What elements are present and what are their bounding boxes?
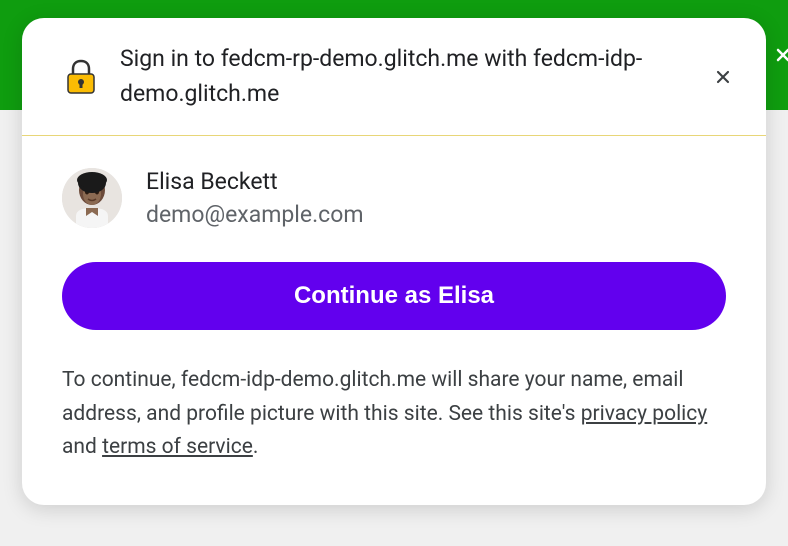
signin-dialog: Sign in to fedcm-rp-demo.glitch.me with … — [22, 18, 766, 505]
account-name: Elisa Beckett — [146, 168, 364, 195]
disclosure-text: To continue, fedcm-idp-demo.glitch.me wi… — [62, 364, 726, 465]
disclosure-mid: and — [62, 435, 102, 459]
privacy-policy-link[interactable]: privacy policy — [581, 402, 708, 426]
continue-button[interactable]: Continue as Elisa — [62, 262, 726, 330]
dialog-body: Elisa Beckett demo@example.com Continue … — [22, 136, 766, 505]
background-close-icon — [773, 35, 788, 73]
avatar — [62, 168, 122, 228]
account-email: demo@example.com — [146, 201, 364, 228]
terms-of-service-link[interactable]: terms of service — [102, 435, 253, 459]
dialog-header: Sign in to fedcm-rp-demo.glitch.me with … — [22, 18, 766, 135]
close-icon — [713, 67, 733, 87]
lock-icon — [62, 58, 100, 96]
account-info: Elisa Beckett demo@example.com — [146, 168, 364, 228]
dialog-title: Sign in to fedcm-rp-demo.glitch.me with … — [120, 42, 688, 111]
disclosure-post: . — [253, 435, 259, 459]
account-row: Elisa Beckett demo@example.com — [62, 168, 726, 228]
close-button[interactable] — [708, 62, 738, 92]
